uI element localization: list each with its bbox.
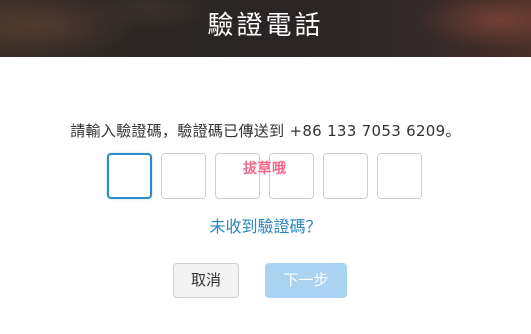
instruction-text: 請輸入驗證碼，驗證碼已傳送到 +86 133 7053 6209。 bbox=[70, 122, 461, 140]
next-step-button[interactable]: 下一步 bbox=[265, 263, 347, 298]
code-digit-input-5[interactable] bbox=[323, 153, 368, 199]
code-digit-input-6[interactable] bbox=[377, 153, 422, 199]
cancel-button[interactable]: 取消 bbox=[173, 263, 239, 298]
dialog-title: 驗證電話 bbox=[207, 11, 324, 41]
code-digit-input-1[interactable] bbox=[107, 153, 152, 199]
code-digit-input-2[interactable] bbox=[161, 153, 206, 199]
dialog-header: 驗證電話 bbox=[0, 0, 531, 57]
watermark-text: 拔草哦 bbox=[243, 161, 287, 177]
resend-code-link[interactable]: 未收到驗證碼？ bbox=[0, 213, 531, 237]
